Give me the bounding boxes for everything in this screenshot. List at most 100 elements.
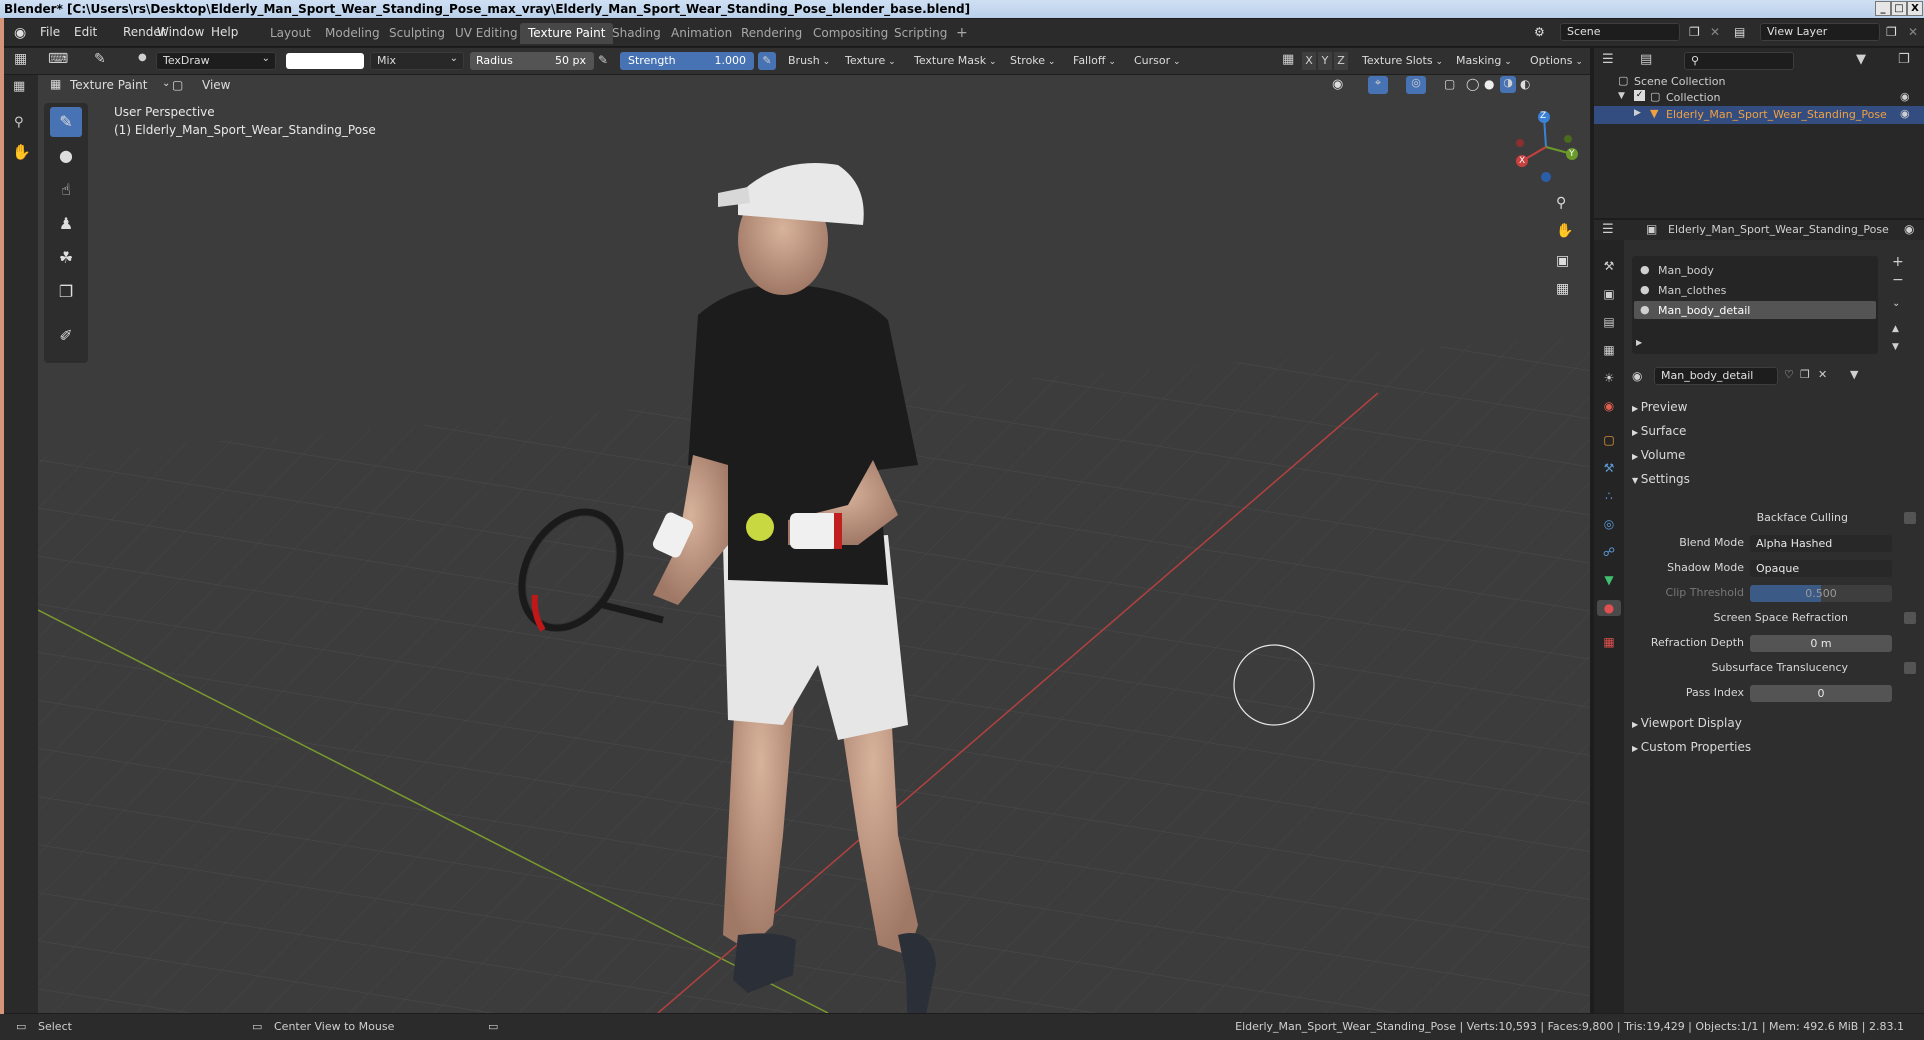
collection-label[interactable]: Collection (1666, 91, 1720, 104)
outliner-editor-icon[interactable]: ☰ (1602, 52, 1614, 67)
backface-culling-checkbox[interactable] (1904, 512, 1916, 524)
blend-mode-dropdown[interactable]: Mix (370, 51, 464, 70)
scene-tab-icon[interactable]: ☀ (1601, 370, 1617, 386)
brush-fake-user-icon[interactable]: ● (138, 52, 147, 63)
tab-scripting[interactable]: Scripting (886, 23, 955, 44)
vp-mode-icon[interactable]: ▦ (50, 77, 61, 91)
tool-tab-icon[interactable]: ⚒ (1601, 258, 1617, 274)
symmetry-y[interactable]: Y (1318, 52, 1332, 70)
move-slot-down-icon[interactable]: ▼ (1892, 342, 1899, 352)
move-slot-up-icon[interactable]: ▲ (1892, 324, 1899, 334)
brush-color-swatch[interactable] (286, 53, 364, 69)
symmetry-z[interactable]: Z (1334, 52, 1348, 70)
outliner-search-input[interactable]: ⚲ (1684, 52, 1794, 70)
stroke-menu[interactable]: Stroke (1006, 52, 1059, 70)
output-tab-icon[interactable]: ▤ (1601, 314, 1617, 330)
tab-texture-paint[interactable]: Texture Paint (520, 23, 614, 44)
texture-mask-menu[interactable]: Texture Mask (910, 52, 1001, 70)
strength-pressure-icon[interactable]: ✎ (758, 52, 776, 70)
blend-mode-dropdown[interactable]: Alpha Hashed (1750, 535, 1892, 552)
volume-panel-header[interactable]: ▶ Volume (1632, 448, 1685, 462)
delete-view-layer-icon[interactable]: ✕ (1908, 25, 1918, 39)
material-slot-0[interactable]: Man_body (1658, 264, 1714, 277)
new-collection-icon[interactable]: ❐ (1898, 52, 1910, 67)
fill-tool-icon[interactable]: ☘ (50, 243, 82, 273)
add-slot-button[interactable]: + (1892, 254, 1904, 270)
new-view-layer-icon[interactable]: ❐ (1886, 25, 1897, 39)
cursor-menu[interactable]: Cursor (1130, 52, 1185, 70)
zoom-icon[interactable]: ⚲ (1556, 195, 1566, 211)
tab-shading[interactable]: Shading (604, 23, 669, 44)
slot-specials-icon[interactable]: ⌄ (1892, 298, 1900, 309)
wireframe-shading-icon[interactable]: ◯ (1466, 77, 1479, 91)
visibility-icon[interactable]: ◉ (1332, 77, 1343, 92)
minimize-button[interactable]: _ (1875, 1, 1891, 16)
material-tab-icon[interactable]: ● (1597, 600, 1621, 616)
shadow-mode-dropdown[interactable]: Opaque (1750, 560, 1892, 577)
camera-icon[interactable]: ▣ (1556, 253, 1569, 269)
symmetry-x[interactable]: X (1302, 52, 1316, 70)
unlink-material-icon[interactable]: ✕ (1818, 368, 1827, 381)
scene-collection-label[interactable]: Scene Collection (1634, 75, 1725, 88)
radius-slider[interactable]: Radius 50 px (470, 52, 594, 70)
constraints-tab-icon[interactable]: ☍ (1601, 544, 1617, 560)
material-slot-1[interactable]: Man_clothes (1658, 284, 1726, 297)
object-visibility-icon[interactable]: ◉ (1900, 107, 1910, 120)
overlays-toggle-icon[interactable]: ◎ (1406, 76, 1426, 94)
maximize-button[interactable]: □ (1891, 1, 1907, 16)
vp-mask-icon[interactable]: ▢ (172, 78, 183, 92)
collection-visibility-icon[interactable]: ◉ (1900, 90, 1910, 103)
xray-icon[interactable]: ▢ (1444, 77, 1455, 91)
outliner-object-label[interactable]: Elderly_Man_Sport_Wear_Standing_Pose (1666, 108, 1887, 121)
scene-icon[interactable]: ⚙ (1534, 25, 1545, 39)
menu-edit[interactable]: Edit (74, 25, 97, 39)
vp-mode-dropdown[interactable]: Texture Paint (70, 78, 147, 92)
options-menu[interactable]: Options (1526, 52, 1587, 70)
smear-tool-icon[interactable]: ☝ (50, 175, 82, 205)
pan-hand-icon[interactable]: ✋ (1556, 223, 1573, 239)
brush-name-field[interactable]: TexDraw (156, 51, 276, 70)
3d-viewport[interactable]: User Perspective (1) Elderly_Man_Sport_W… (38, 75, 1590, 1013)
annotate-tool-icon[interactable]: ✐ (50, 321, 82, 351)
subsurface-checkbox[interactable] (1904, 662, 1916, 674)
particles-tab-icon[interactable]: ∴ (1601, 488, 1617, 504)
ssr-checkbox[interactable] (1904, 612, 1916, 624)
tab-uv-editing[interactable]: UV Editing (447, 23, 526, 44)
custom-properties-panel-header[interactable]: ▶ Custom Properties (1632, 740, 1751, 754)
material-slot-2[interactable]: Man_body_detail (1658, 304, 1750, 317)
tab-animation[interactable]: Animation (663, 23, 740, 44)
pin-icon[interactable]: ◉ (1904, 222, 1914, 236)
texture-paint-mode-icon[interactable]: ▦ (13, 79, 25, 94)
blender-logo-icon[interactable]: ◉ (14, 25, 26, 41)
menu-help[interactable]: Help (211, 25, 238, 39)
preview-panel-header[interactable]: ▶ Preview (1632, 400, 1687, 414)
new-scene-icon[interactable]: ❐ (1689, 25, 1700, 39)
texture-slots-menu[interactable]: Texture Slots (1358, 52, 1447, 70)
render-tab-icon[interactable]: ▣ (1601, 286, 1617, 302)
texture-tab-icon[interactable]: ▦ (1601, 634, 1617, 650)
collection-expand-icon[interactable]: ▼ (1618, 91, 1625, 101)
solid-shading-icon[interactable]: ● (1484, 77, 1494, 91)
surface-panel-header[interactable]: ▶ Surface (1632, 424, 1686, 438)
tab-layout[interactable]: Layout (262, 23, 319, 44)
display-mode-icon[interactable]: ▤ (1640, 52, 1652, 67)
brush-menu[interactable]: Brush (784, 52, 834, 70)
scene-selector[interactable]: Scene (1560, 23, 1680, 41)
link-mode-icon[interactable]: ▼ (1850, 368, 1858, 381)
vp-view-menu[interactable]: View (202, 78, 230, 92)
brush-icon[interactable]: ✎ (94, 51, 106, 67)
properties-editor-icon[interactable]: ☰ (1602, 222, 1614, 237)
filter-icon[interactable]: ▼ (1856, 52, 1866, 67)
clip-threshold-slider[interactable]: 0.500 (1750, 585, 1892, 602)
viewport-display-panel-header[interactable]: ▶ Viewport Display (1632, 716, 1742, 730)
mode-icon[interactable]: ⌨ (48, 51, 68, 67)
duplicate-material-icon[interactable]: ❐ (1800, 368, 1810, 381)
slot-list-expand-icon[interactable]: ▶ (1636, 338, 1642, 347)
object-expand-icon[interactable]: ▶ (1634, 108, 1641, 118)
view-layer-icon[interactable]: ▤ (1734, 25, 1745, 39)
tab-sculpting[interactable]: Sculpting (381, 23, 453, 44)
remove-slot-button[interactable]: − (1892, 272, 1904, 288)
data-tab-icon[interactable]: ▼ (1601, 572, 1617, 588)
editor-type-icon[interactable]: ▦ (14, 51, 27, 67)
tab-modeling[interactable]: Modeling (317, 23, 388, 44)
